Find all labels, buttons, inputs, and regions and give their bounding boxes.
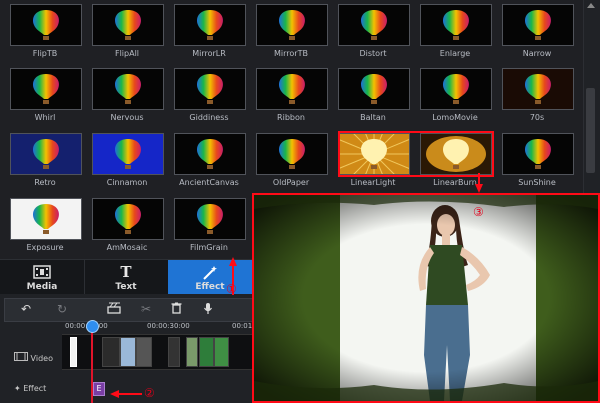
annotation-arrows	[110, 173, 483, 398]
annotation-2: ②	[144, 386, 155, 400]
annotation-1: ①	[226, 282, 237, 296]
annotation-3: ③	[473, 205, 484, 219]
